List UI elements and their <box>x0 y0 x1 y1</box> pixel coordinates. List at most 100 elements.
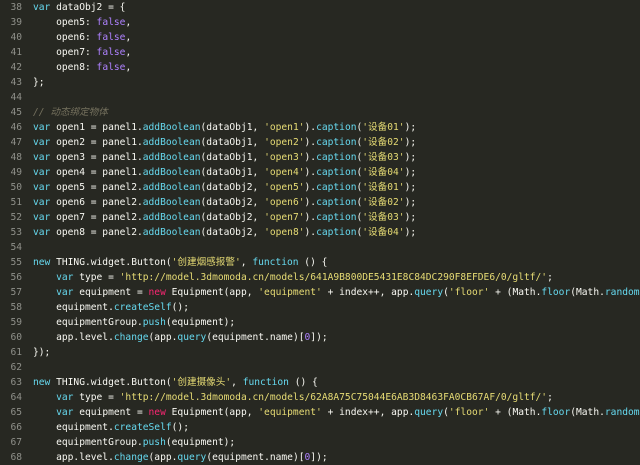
code-token: 'open6' <box>264 197 305 208</box>
code-line[interactable]: 48 var open3 = panel1.addBoolean(dataObj1… <box>0 150 640 165</box>
code-line[interactable]: 54 <box>0 240 640 255</box>
code-token: addBoolean <box>142 182 201 193</box>
code-text: app.level.change(app.query(equipment.nam… <box>33 450 640 465</box>
code-token: , <box>231 377 243 388</box>
code-token: addBoolean <box>142 167 201 178</box>
code-token: var <box>33 197 51 208</box>
code-token: ); <box>404 182 417 193</box>
line-number: 52 <box>10 212 22 223</box>
code-token: open7: <box>33 47 97 58</box>
code-token: var <box>33 182 51 193</box>
code-token: (); <box>171 302 189 313</box>
code-line[interactable]: 43}; <box>0 75 640 90</box>
code-line[interactable]: 56 var type = 'http://model.3dmomoda.cn/… <box>0 270 640 285</box>
code-token: ); <box>404 152 417 163</box>
code-line[interactable]: 51 var open6 = panel2.addBoolean(dataObj2… <box>0 195 640 210</box>
code-line[interactable]: 44 <box>0 90 640 105</box>
code-text: }); <box>33 345 640 360</box>
code-token: equipment = <box>73 287 149 298</box>
code-token: query <box>414 287 444 298</box>
line-number: 62 <box>10 362 22 373</box>
code-text: var open8 = panel2.addBoolean(dataObj2, … <box>33 225 640 240</box>
code-token: new <box>148 407 166 418</box>
code-token: 'open4' <box>264 167 305 178</box>
code-token: open6 = panel2. <box>50 197 143 208</box>
code-token: (dataObj2, <box>200 212 265 223</box>
code-line[interactable]: 47 var open2 = panel1.addBoolean(dataObj1… <box>0 135 640 150</box>
code-token: change <box>113 332 149 343</box>
code-token: new <box>148 287 166 298</box>
code-token: false <box>96 17 126 28</box>
code-token: 'open2' <box>264 137 305 148</box>
code-line[interactable]: 64 var type = 'http://model.3dmomoda.cn/… <box>0 390 640 405</box>
code-line[interactable]: 66 equipment.createSelf(); <box>0 420 640 435</box>
code-line[interactable]: 39 open5: false, <box>0 15 640 30</box>
code-token: (dataObj1, <box>200 122 265 133</box>
code-token: }); <box>33 347 51 358</box>
code-token: , <box>125 17 132 28</box>
code-token: var <box>33 2 51 13</box>
code-token: (equipment.name)[ <box>206 452 305 463</box>
code-line[interactable]: 60 app.level.change(app.query(equipment.… <box>0 330 640 345</box>
code-token: '设备04' <box>362 167 405 178</box>
code-line[interactable]: 52 var open7 = panel2.addBoolean(dataObj2… <box>0 210 640 225</box>
code-token: '设备02' <box>362 137 405 148</box>
code-line[interactable]: 59 equipmentGroup.push(equipment); <box>0 315 640 330</box>
code-line[interactable]: 55 new THING.widget.Button('创建烟感报警', func… <box>0 255 640 270</box>
code-editor[interactable]: 38 var dataObj2 = {39 open5: false, 40 ope… <box>0 0 640 465</box>
code-text: new THING.widget.Button('创建烟感报警', functi… <box>33 255 640 270</box>
code-token: // 动态绑定物体 <box>33 107 108 118</box>
code-token: open5: <box>33 17 97 28</box>
code-token: var <box>33 407 74 418</box>
code-token: open5 = panel2. <box>50 182 143 193</box>
code-line[interactable]: 67 equipmentGroup.push(equipment); <box>0 435 640 450</box>
code-line[interactable]: 45 // 动态绑定物体 <box>0 105 640 120</box>
code-token: equipment. <box>33 422 114 433</box>
code-token: 'equipment' <box>258 287 322 298</box>
code-line[interactable]: 49 var open4 = panel1.addBoolean(dataObj1… <box>0 165 640 180</box>
code-line[interactable]: 38 var dataObj2 = { <box>0 0 640 15</box>
code-token: '设备02' <box>362 197 405 208</box>
code-token: caption <box>316 182 357 193</box>
code-token: 'http://model.3dmomoda.cn/models/62A8A75… <box>119 392 548 403</box>
code-line[interactable]: 68 app.level.change(app.query(equipment.… <box>0 450 640 465</box>
code-token: ). <box>304 152 317 163</box>
line-number: 60 <box>10 332 22 343</box>
code-token: function <box>242 377 289 388</box>
code-token: ]); <box>310 452 328 463</box>
code-line[interactable]: 41 open7: false, <box>0 45 640 60</box>
code-area[interactable]: 38 var dataObj2 = {39 open5: false, 40 ope… <box>0 0 640 465</box>
code-token: ). <box>304 182 317 193</box>
code-token: ); <box>404 197 417 208</box>
code-token: var <box>33 287 74 298</box>
code-token: var <box>33 272 74 283</box>
code-line[interactable]: 57 var equipment = new Equipment(app, 'e… <box>0 285 640 300</box>
code-token: addBoolean <box>142 152 201 163</box>
code-token: '创建烟感报警' <box>171 257 241 268</box>
code-token: () { <box>298 257 328 268</box>
code-line[interactable]: 53 var open8 = panel2.addBoolean(dataObj2… <box>0 225 640 240</box>
code-token: random <box>604 287 640 298</box>
code-line[interactable]: 65 var equipment = new Equipment(app, 'e… <box>0 405 640 420</box>
code-text: var open5 = panel2.addBoolean(dataObj2, … <box>33 180 640 195</box>
code-text: var open1 = panel1.addBoolean(dataObj1, … <box>33 120 640 135</box>
code-token: addBoolean <box>142 227 201 238</box>
code-line[interactable]: 50 var open5 = panel2.addBoolean(dataObj2… <box>0 180 640 195</box>
code-line[interactable]: 58 equipment.createSelf(); <box>0 300 640 315</box>
code-line[interactable]: 42 open8: false, <box>0 60 640 75</box>
code-line[interactable]: 40 open6: false, <box>0 30 640 45</box>
code-token: ); <box>404 122 417 133</box>
line-number: 53 <box>10 227 22 238</box>
code-token: addBoolean <box>142 137 201 148</box>
code-token: function <box>252 257 299 268</box>
code-token: (dataObj2, <box>200 227 265 238</box>
code-token: ); <box>404 137 417 148</box>
code-line[interactable]: 63 new THING.widget.Button('创建摄像头', funct… <box>0 375 640 390</box>
code-line[interactable]: 62 <box>0 360 640 375</box>
code-text: var open7 = panel2.addBoolean(dataObj2, … <box>33 210 640 225</box>
code-text: var open6 = panel2.addBoolean(dataObj2, … <box>33 195 640 210</box>
code-token: (app. <box>148 332 178 343</box>
code-token: var <box>33 167 51 178</box>
code-line[interactable]: 46 var open1 = panel1.addBoolean(dataObj1… <box>0 120 640 135</box>
code-line[interactable]: 61}); <box>0 345 640 360</box>
